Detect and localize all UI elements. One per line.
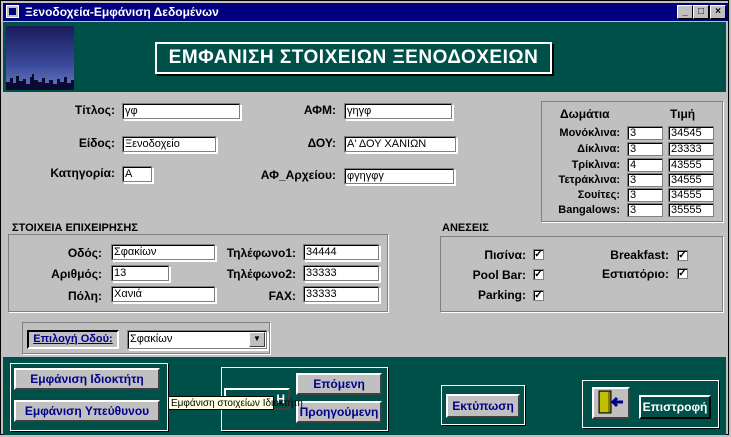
odos-label: Οδός: [67, 246, 102, 260]
eidos-label: Είδος: [78, 136, 115, 150]
rooms-price-field[interactable]: 34555 [668, 173, 714, 187]
amenities-group-title: ΑΝΕΣΕΙΣ [440, 222, 491, 234]
rooms-price-field[interactable]: 34555 [668, 188, 714, 202]
breakfast-checkbox[interactable]: ✓ [677, 250, 688, 261]
exit-door-button[interactable] [592, 387, 630, 419]
kategoria-field[interactable]: Α [122, 166, 152, 182]
select-street-button[interactable]: Επιλογή Οδού: [27, 330, 119, 349]
print-button[interactable]: Εκτύπωση [446, 394, 520, 418]
af-arxeiou-label: ΑΦ_Αρχείου: [260, 168, 336, 182]
tel2-label: Τηλέφωνο2: [226, 267, 296, 281]
rooms-count-field[interactable]: 4 [627, 158, 663, 172]
rooms-count-field[interactable]: 3 [627, 173, 663, 187]
fax-label: FAX: [268, 289, 296, 303]
previous-button[interactable]: Προηγούμενη [296, 401, 382, 423]
doy-field[interactable]: Α' ΔΟΥ ΧΑΝΙΩΝ [344, 136, 456, 152]
close-button[interactable]: × [710, 5, 726, 19]
tel2-field[interactable]: 33333 [303, 265, 379, 281]
exit-door-icon [598, 390, 623, 414]
tel1-field[interactable]: 34444 [303, 244, 379, 260]
doy-label: ΔΟΥ: [307, 136, 336, 150]
street-dropdown-value: Σφακίων [130, 333, 173, 345]
arithmos-label: Αριθμός: [51, 267, 102, 281]
back-button[interactable]: Επιστροφή [639, 395, 711, 419]
pisina-label: Πισίνα: [484, 248, 526, 262]
dropdown-arrow-icon[interactable]: ▼ [249, 332, 265, 347]
rooms-row-label: Σουίτες: [577, 189, 620, 201]
show-owner-button[interactable]: Εμφάνιση Ιδιοκτήτη [14, 368, 160, 390]
minimize-button[interactable]: _ [677, 5, 693, 19]
estiatorio-checkbox[interactable]: ✓ [677, 268, 688, 279]
poli-label: Πόλη: [68, 289, 102, 303]
rooms-count-field[interactable]: 3 [627, 203, 663, 217]
afm-field[interactable]: γηγφ [344, 103, 452, 119]
form-icon [6, 5, 19, 18]
business-group-title: ΣΤΟΙΧΕΙΑ ΕΠΙΧΕΙΡΗΣΗΣ [10, 222, 140, 234]
rooms-price-field[interactable]: 35555 [668, 203, 714, 217]
parking-checkbox[interactable]: ✓ [533, 290, 544, 301]
page-title: ΕΜΦΑΝΙΣΗ ΣΤΟΙΧΕΙΩΝ ΞΕΝΟΔΟΧΕΙΩΝ [155, 42, 552, 74]
window-title: Ξενοδοχεία-Εμφάνιση Δεδομένων [25, 5, 219, 19]
af-arxeiou-field[interactable]: φγηγφγ [344, 168, 454, 184]
title-bar[interactable]: Ξενοδοχεία-Εμφάνιση Δεδομένων _ □ × [3, 3, 728, 21]
price-column-header: Τιμή [670, 107, 696, 121]
eidos-field[interactable]: Ξενοδοχείο [122, 136, 216, 152]
owner-tooltip: Εμφάνιση στοιχείων Ιδιοκτήτη [168, 396, 303, 410]
titlos-label: Τίτλος: [74, 103, 115, 117]
rooms-row-label: Τετράκλινα: [558, 174, 620, 186]
rooms-row-label: Μονόκλινα: [559, 127, 620, 139]
next-button[interactable]: Επόμενη [296, 373, 382, 395]
rooms-count-field[interactable]: 3 [627, 188, 663, 202]
city-skyline-logo [6, 26, 74, 90]
rooms-row-label: Τρίκλινα: [571, 159, 620, 171]
poli-field[interactable]: Χανιά [111, 286, 215, 302]
pisina-checkbox[interactable]: ✓ [533, 249, 544, 260]
rooms-count-field[interactable]: 3 [627, 142, 663, 156]
poolbar-checkbox[interactable]: ✓ [533, 269, 544, 280]
show-manager-button[interactable]: Εμφάνιση Υπεύθυνου [14, 400, 160, 422]
rooms-row-label: Δίκλινα: [577, 143, 620, 155]
poolbar-label: Pool Bar: [472, 268, 526, 282]
odos-field[interactable]: Σφακίων [111, 244, 215, 260]
arithmos-field[interactable]: 13 [111, 265, 169, 281]
estiatorio-label: Εστιατόριο: [601, 267, 669, 281]
parking-label: Parking: [477, 288, 526, 302]
rooms-price-field[interactable]: 34545 [668, 126, 714, 140]
street-dropdown[interactable]: Σφακίων [127, 330, 267, 349]
afm-label: ΑΦΜ: [303, 103, 336, 117]
tel1-label: Τηλέφωνο1: [226, 246, 296, 260]
fax-field[interactable]: 33333 [303, 286, 379, 302]
kategoria-label: Κατηγορία: [50, 166, 115, 180]
maximize-button[interactable]: □ [693, 5, 709, 19]
rooms-price-field[interactable]: 23333 [668, 142, 714, 156]
rooms-price-field[interactable]: 43555 [668, 158, 714, 172]
breakfast-label: Breakfast: [610, 248, 669, 262]
titlos-field[interactable]: γφ [122, 103, 240, 119]
rooms-column-header: Δωμάτια [560, 107, 610, 121]
rooms-count-field[interactable]: 3 [627, 126, 663, 140]
rooms-row-label: Bangalows: [558, 204, 620, 216]
skyline-icon [6, 74, 74, 90]
